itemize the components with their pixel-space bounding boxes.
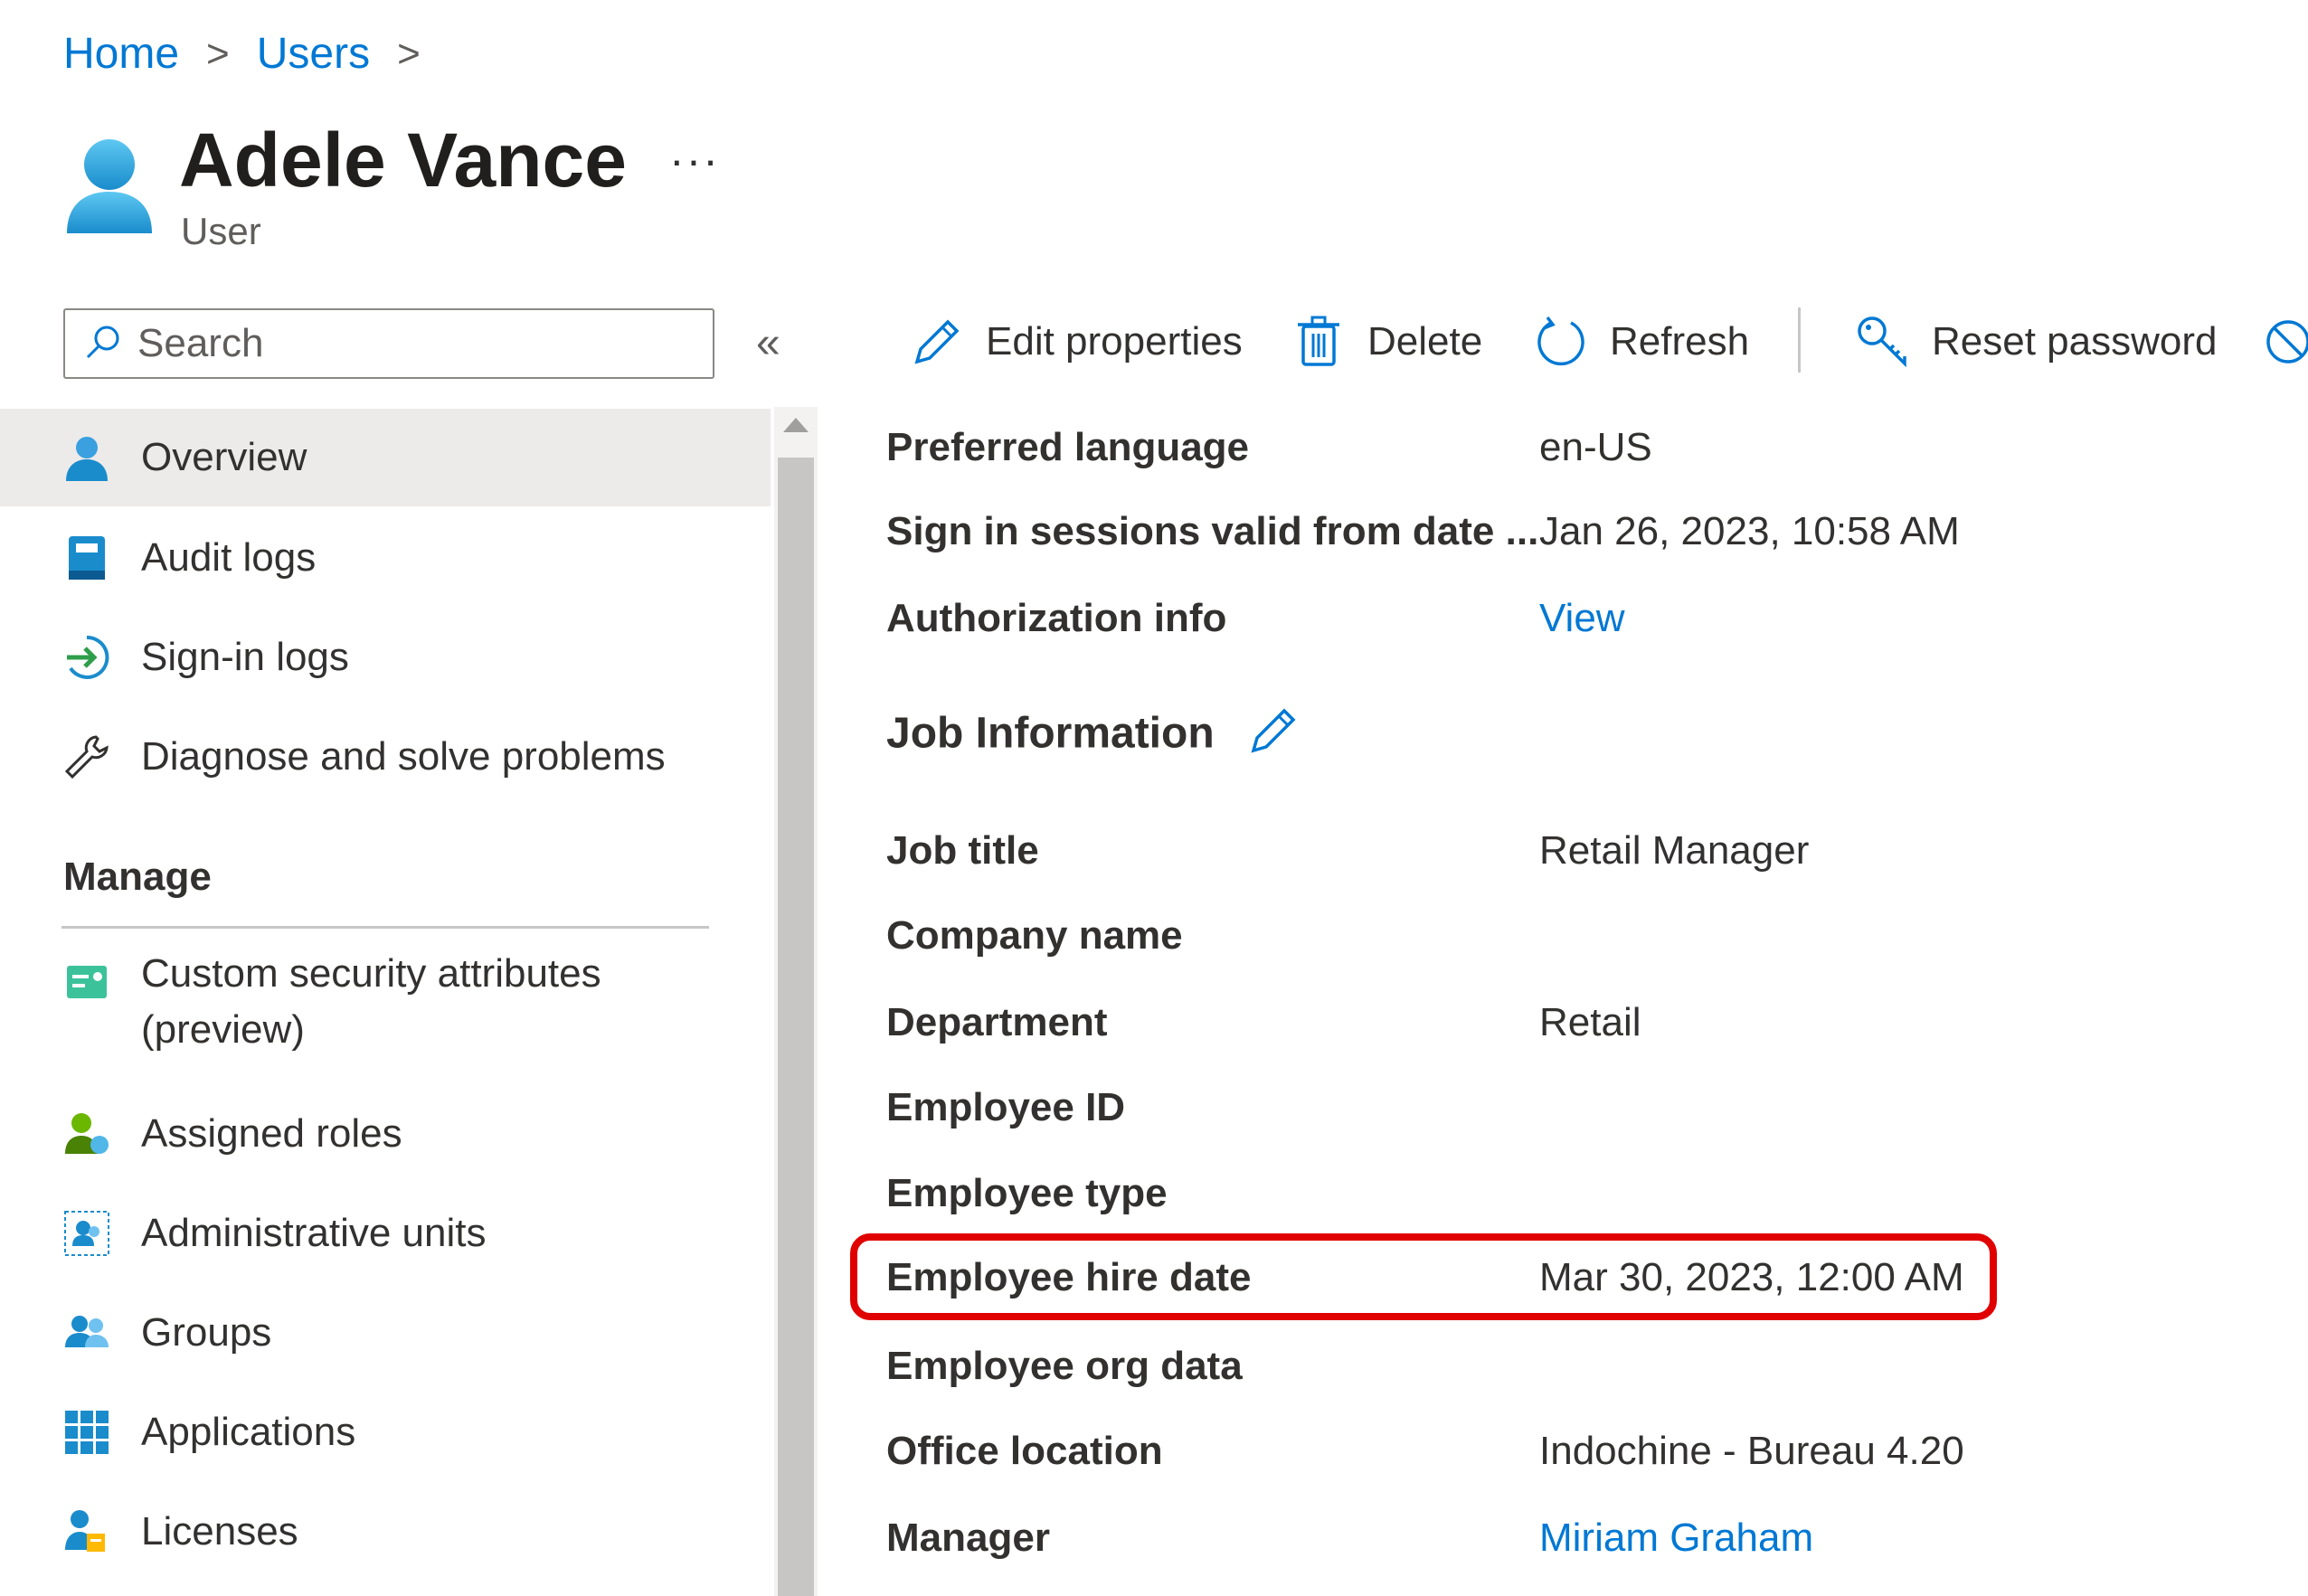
breadcrumb: Home > Users > xyxy=(63,29,448,79)
department-label: Department xyxy=(886,1000,1108,1044)
sidebar-item-label-line1: Custom security attributes xyxy=(141,951,601,996)
applications-icon xyxy=(61,1407,112,1458)
manage-heading: Manage xyxy=(63,855,212,899)
sidebar-item-label: Custom security attributes (preview) xyxy=(141,946,601,1058)
block-icon xyxy=(2261,315,2308,369)
search-icon xyxy=(83,322,123,366)
page-subtitle: User xyxy=(181,210,261,252)
scroll-up-icon[interactable] xyxy=(783,418,809,432)
breadcrumb-users[interactable]: Users xyxy=(257,29,370,79)
sidebar-item-applications[interactable]: Applications xyxy=(0,1384,771,1481)
pencil-icon[interactable] xyxy=(1248,705,1299,767)
employee-type-label: Employee type xyxy=(886,1171,1168,1215)
sidebar-item-label: Applications xyxy=(141,1410,356,1454)
trash-icon xyxy=(1291,315,1346,369)
edit-properties-label: Edit properties xyxy=(986,319,1243,364)
highlight-box xyxy=(850,1233,1997,1320)
refresh-button[interactable]: Refresh xyxy=(1534,315,1749,369)
sidebar-item-assigned-roles[interactable]: Assigned roles xyxy=(0,1085,771,1183)
job-title-value: Retail Manager xyxy=(1539,828,1810,873)
office-location-label: Office location xyxy=(886,1429,1163,1473)
reset-password-label: Reset password xyxy=(1932,319,2218,364)
search-box[interactable] xyxy=(63,308,714,379)
department-value: Retail xyxy=(1539,1000,1641,1044)
wrench-icon xyxy=(61,732,112,782)
sidebar-item-label: Diagnose and solve problems xyxy=(141,734,666,779)
sidebar-item-overview[interactable]: Overview xyxy=(0,409,771,506)
sidebar-item-label: Licenses xyxy=(141,1509,298,1554)
sidebar-item-label: Assigned roles xyxy=(141,1111,402,1156)
divider xyxy=(61,926,709,929)
company-name-label: Company name xyxy=(886,913,1183,958)
chevron-right-icon: > xyxy=(397,31,421,76)
assigned-roles-icon xyxy=(61,1109,112,1159)
sidebar-item-licenses[interactable]: Licenses xyxy=(0,1483,771,1581)
groups-icon xyxy=(61,1308,112,1358)
employee-id-label: Employee ID xyxy=(886,1085,1126,1129)
user-avatar-icon xyxy=(60,136,159,235)
sidebar-item-label-line2: (preview) xyxy=(141,1007,305,1052)
manager-link[interactable]: Miriam Graham xyxy=(1539,1516,1813,1561)
pencil-icon xyxy=(910,315,964,369)
sidebar-item-label: Sign-in logs xyxy=(141,635,349,679)
office-location-value: Indochine - Bureau 4.20 xyxy=(1539,1429,1964,1473)
sidebar-item-label: Overview xyxy=(141,435,307,479)
sidebar-item-label: Audit logs xyxy=(141,535,317,580)
sidebar-item-custom-security-attributes[interactable]: Custom security attributes (preview) xyxy=(0,946,771,1063)
breadcrumb-home[interactable]: Home xyxy=(63,29,179,79)
sign-in-icon xyxy=(61,632,112,683)
licenses-icon xyxy=(61,1506,112,1557)
reset-password-button[interactable]: Reset password xyxy=(1856,315,2217,369)
sidebar-item-diagnose[interactable]: Diagnose and solve problems xyxy=(0,708,771,806)
block-sign-in-button[interactable] xyxy=(2261,315,2308,369)
refresh-icon xyxy=(1534,315,1588,369)
more-options-icon[interactable]: ··· xyxy=(669,134,720,186)
edit-properties-button[interactable]: Edit properties xyxy=(910,315,1243,369)
preferred-language-value: en-US xyxy=(1539,425,1652,469)
sidebar-item-groups[interactable]: Groups xyxy=(0,1284,771,1382)
sidebar-item-audit-logs[interactable]: Audit logs xyxy=(0,509,771,607)
sign-in-sessions-value: Jan 26, 2023, 10:58 AM xyxy=(1539,509,1960,553)
sidebar-item-administrative-units[interactable]: Administrative units xyxy=(0,1185,771,1282)
sidebar-item-sign-in-logs[interactable]: Sign-in logs xyxy=(0,609,771,706)
manager-label: Manager xyxy=(886,1516,1050,1560)
preferred-language-label: Preferred language xyxy=(886,425,1250,469)
toolbar-divider xyxy=(1798,307,1801,373)
refresh-label: Refresh xyxy=(1610,319,1750,364)
job-title-label: Job title xyxy=(886,828,1039,873)
key-icon xyxy=(1856,315,1910,369)
admin-units-icon xyxy=(61,1208,112,1259)
search-input[interactable] xyxy=(136,320,682,367)
section-title: Job Information xyxy=(886,709,1215,758)
employee-org-data-label: Employee org data xyxy=(886,1344,1243,1388)
sidebar-item-label: Groups xyxy=(141,1310,272,1355)
delete-label: Delete xyxy=(1367,319,1483,364)
collapse-sidebar-icon[interactable]: « xyxy=(756,318,780,368)
authorization-info-label: Authorization info xyxy=(886,596,1227,640)
user-icon xyxy=(61,432,112,483)
job-information-heading: Job Information xyxy=(886,705,1299,767)
delete-button[interactable]: Delete xyxy=(1291,315,1482,369)
sign-in-sessions-label: Sign in sessions valid from date ... xyxy=(886,509,1539,553)
sidebar-item-label: Administrative units xyxy=(141,1211,487,1255)
page-title: Adele Vance xyxy=(179,118,627,203)
authorization-view-link[interactable]: View xyxy=(1539,596,1625,641)
scrollbar-thumb[interactable] xyxy=(778,458,814,1596)
chevron-right-icon: > xyxy=(206,31,230,76)
audit-log-icon xyxy=(61,533,112,583)
security-attributes-icon xyxy=(61,957,112,1007)
